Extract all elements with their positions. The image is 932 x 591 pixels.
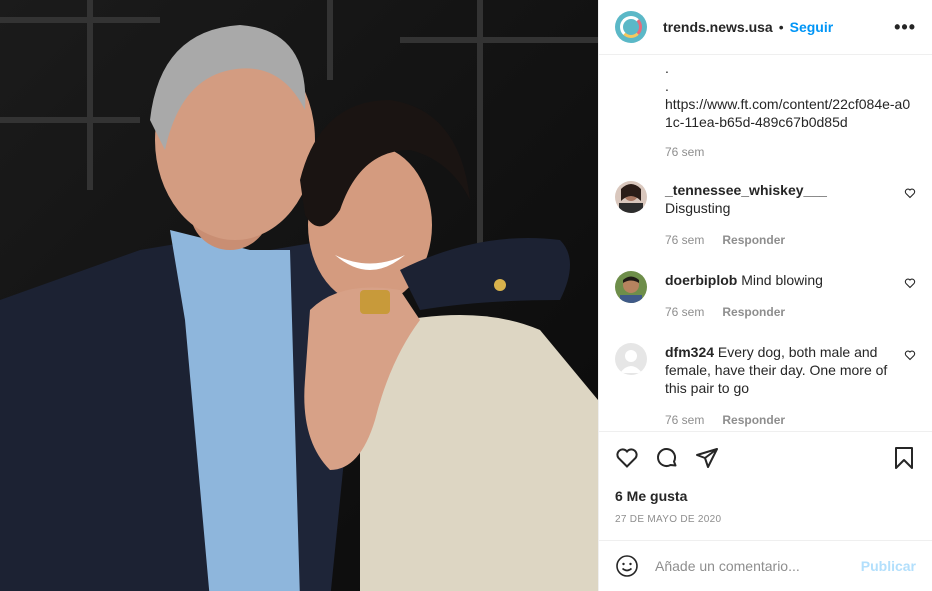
add-comment-bar: Publicar <box>599 540 932 591</box>
share-icon[interactable] <box>695 446 719 470</box>
comment-item: dfm324 Every dog, both male and female, … <box>615 343 916 429</box>
post-header: trends.news.usa • Seguir ••• <box>599 0 932 55</box>
caption-time[interactable]: 76 sem <box>665 145 704 159</box>
post-detail-panel: trends.news.usa • Seguir ••• . . https:/… <box>598 0 932 591</box>
publish-button[interactable]: Publicar <box>861 558 916 574</box>
reply-button[interactable]: Responder <box>722 231 785 249</box>
commenter-avatar[interactable] <box>615 271 647 303</box>
follow-button[interactable]: Seguir <box>790 19 834 35</box>
author-username[interactable]: trends.news.usa <box>663 19 773 35</box>
separator-dot: • <box>778 19 784 35</box>
commenter-avatar[interactable] <box>615 181 647 213</box>
post-photo-image <box>0 0 598 591</box>
comment-input[interactable] <box>655 558 861 574</box>
comment-text: Disgusting <box>665 200 731 216</box>
comment-icon[interactable] <box>655 446 679 470</box>
comment-item: _tennessee_whiskey___ Disgusting 76 sem … <box>615 181 916 249</box>
comments-list[interactable]: . . https://www.ft.com/content/22cf084e-… <box>599 55 932 431</box>
comment-like-heart-icon[interactable] <box>904 277 916 289</box>
reply-button[interactable]: Responder <box>722 411 785 429</box>
comment-username[interactable]: doerbiplob <box>665 272 737 288</box>
comment-item: doerbiplob Mind blowing 76 sem Responder <box>615 271 916 321</box>
bookmark-icon[interactable] <box>892 446 916 470</box>
comment-text: Mind blowing <box>741 272 823 288</box>
comment-time[interactable]: 76 sem <box>665 231 704 249</box>
comment-like-heart-icon[interactable] <box>904 349 916 361</box>
commenter-avatar[interactable] <box>615 343 647 375</box>
caption-line: . <box>665 78 669 94</box>
reply-button[interactable]: Responder <box>722 303 785 321</box>
comment-username[interactable]: dfm324 <box>665 344 714 360</box>
caption-link[interactable]: https://www.ft.com/content/22cf084e-a01c… <box>665 95 916 131</box>
more-options-icon[interactable]: ••• <box>894 17 916 38</box>
smiley-icon[interactable] <box>615 554 639 578</box>
author-avatar[interactable] <box>615 11 647 43</box>
caption-line: . <box>665 60 669 76</box>
post-date: 27 DE MAYO DE 2020 <box>615 514 722 525</box>
comment-like-heart-icon[interactable] <box>904 187 916 199</box>
comment-time[interactable]: 76 sem <box>665 411 704 429</box>
heart-icon[interactable] <box>615 446 639 470</box>
caption: . . https://www.ft.com/content/22cf084e-… <box>615 55 916 159</box>
post-actions: 6 Me gusta 27 DE MAYO DE 2020 <box>599 431 932 525</box>
comment-time[interactable]: 76 sem <box>665 303 704 321</box>
comment-username[interactable]: _tennessee_whiskey___ <box>665 182 827 198</box>
post-photo[interactable] <box>0 0 598 591</box>
like-count[interactable]: 6 Me gusta <box>615 488 916 504</box>
